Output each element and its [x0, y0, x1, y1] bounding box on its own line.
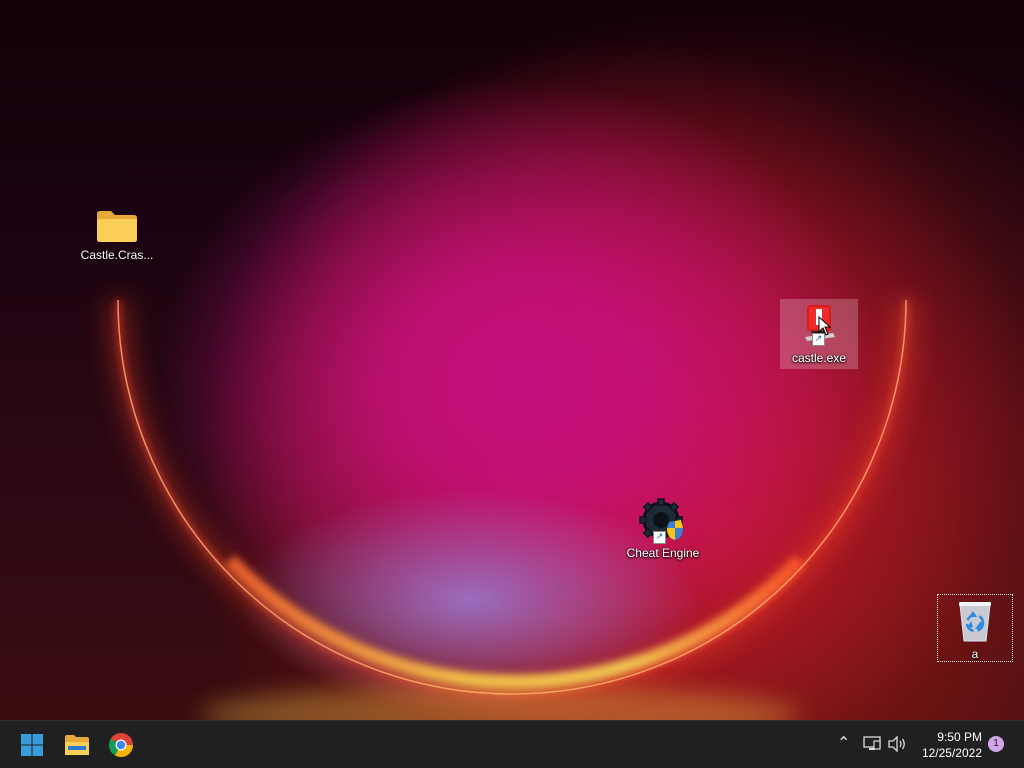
shortcut-arrow-icon: ↗ — [653, 531, 666, 544]
show-hidden-icons-chevron-icon[interactable]: ⌃ — [837, 733, 850, 752]
network-icon[interactable] — [863, 736, 881, 752]
recycle-bin-icon — [959, 602, 991, 642]
folder-icon — [97, 211, 137, 242]
wallpaper — [107, 299, 917, 720]
mouse-cursor-icon — [818, 316, 832, 336]
clock-time: 9:50 PM — [937, 730, 982, 744]
desktop-icon-castle-folder[interactable]: Castle.Cras... — [78, 204, 156, 274]
desktop-icon-recycle-bin[interactable]: a — [937, 594, 1013, 662]
file-explorer-icon — [65, 735, 89, 755]
notification-badge[interactable]: 1 — [988, 736, 1004, 752]
clock-date: 12/25/2022 — [921, 746, 982, 760]
desktop-icon-label: Cheat Engine — [626, 546, 700, 560]
desktop[interactable]: Castle.Cras... ↗ castle.exe ↗ Cheat Engi… — [0, 0, 1024, 720]
desktop-icon-label: castle.exe — [791, 351, 847, 365]
desktop-icon-label: Castle.Cras... — [80, 248, 154, 262]
start-button[interactable] — [12, 725, 52, 765]
taskbar-chrome-button[interactable] — [101, 725, 141, 765]
windows-logo-icon — [21, 734, 43, 756]
desktop-icon-cheat-engine[interactable]: ↗ Cheat Engine — [624, 494, 702, 564]
clock[interactable]: 9:50 PM 12/25/2022 — [922, 729, 982, 761]
desktop-icon-label: a — [971, 647, 979, 661]
taskbar-file-explorer-button[interactable] — [57, 725, 97, 765]
taskbar: ⌃ 9:50 PM 12/25/2022 — [0, 720, 1024, 768]
cheat-engine-icon: ↗ — [639, 498, 687, 544]
volume-icon[interactable] — [887, 736, 907, 752]
chrome-icon — [108, 733, 133, 758]
